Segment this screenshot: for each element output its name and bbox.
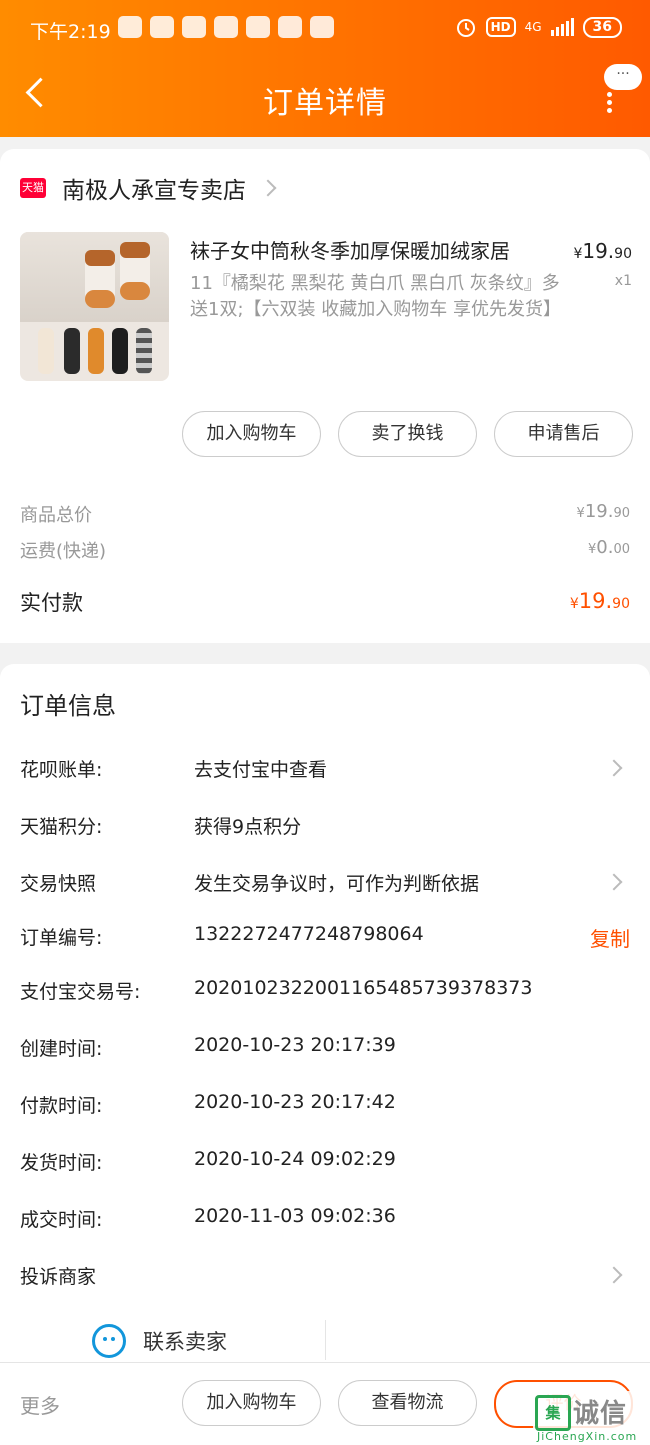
watermark: 集 诚信 JiChengXin.com [533, 1391, 650, 1445]
alipay-trade-label: 支付宝交易号: [20, 981, 141, 1003]
paid-time-value: 2020-10-23 20:17:42 [194, 1091, 396, 1113]
shipped-time-value: 2020-10-24 09:02:29 [194, 1148, 396, 1170]
chevron-right-icon[interactable] [605, 1266, 623, 1284]
created-time-label: 创建时间: [20, 1038, 103, 1060]
order-info-title: 订单信息 [20, 692, 116, 720]
alarm-icon [456, 19, 475, 37]
resell-button[interactable]: 卖了换钱 [338, 411, 477, 457]
product-sku: 11『橘梨花 黑梨花 黄白爪 黑白爪 灰条纹』多送1双;【六双装 收藏加入购物车… [190, 273, 561, 320]
watermark-logo: 集 [535, 1395, 571, 1431]
paid-value: ¥19.90 [569, 589, 630, 613]
more-menu-icon[interactable] [607, 92, 613, 116]
points-value: 获得9点积分 [194, 816, 302, 838]
goods-total-label: 商品总价 [20, 505, 92, 526]
paid-label: 实付款 [20, 591, 83, 615]
play-icon [246, 16, 270, 38]
product-title[interactable]: 袜子女中筒秋冬季加厚保暖加绒家居 [190, 235, 510, 264]
network-label: 4G [524, 20, 542, 34]
deal-time-value: 2020-11-03 09:02:36 [194, 1205, 396, 1227]
more-button[interactable]: 更多 [20, 1390, 60, 1419]
signal-icon [550, 18, 574, 36]
product-image[interactable] [20, 232, 169, 381]
page-title: 订单详情 [263, 86, 387, 121]
chevron-right-icon[interactable] [605, 759, 623, 777]
shipped-time-label: 发货时间: [20, 1152, 103, 1174]
paid-time-label: 付款时间: [20, 1095, 103, 1117]
more-bubble[interactable]: ··· [604, 64, 642, 90]
video-app-icon [310, 16, 334, 38]
status-time: 下午2:19 [30, 21, 111, 43]
huabei-label: 花呗账单: [20, 759, 103, 781]
wechat-icon [150, 16, 174, 38]
watermark-url: JiChengXin.com [537, 1430, 638, 1443]
app-icon [214, 16, 238, 38]
alipay-trade-value: 2020102322001165485739378373 [194, 977, 533, 999]
snapshot-label: 交易快照 [20, 873, 97, 895]
hd-badge: HD [485, 17, 516, 37]
order-number-label: 订单编号: [20, 927, 103, 949]
video-app-icon [182, 16, 206, 38]
copy-button[interactable]: 复制 [590, 923, 630, 952]
snapshot-value[interactable]: 发生交易争议时，可作为判断依据 [194, 869, 479, 896]
app-icon [278, 16, 302, 38]
chevron-right-icon[interactable] [605, 873, 623, 891]
order-number-value: 1322272477248798064 [194, 923, 424, 945]
shipping-label: 运费(快递) [20, 541, 107, 562]
bottom-add-to-cart-button[interactable]: 加入购物车 [182, 1380, 321, 1426]
header-bar: 下午2:19 HD 4G 36 订单详情 ··· [0, 0, 650, 137]
order-info-card: 订单信息 花呗账单: 去支付宝中查看 天猫积分: 获得9点积分 交易快照 发生交… [0, 664, 650, 1364]
status-bar: 下午2:19 HD 4G 36 [0, 0, 650, 56]
battery-icon: 36 [582, 16, 622, 38]
huabei-value[interactable]: 去支付宝中查看 [194, 755, 327, 782]
shipping-value: ¥0.00 [587, 537, 630, 558]
order-item-card: 天猫 南极人承宣专卖店 袜子女中筒秋冬季加厚保暖加绒家居 11『橘梨花 黑梨花 … [0, 149, 650, 643]
shop-header[interactable]: 天猫 南极人承宣专卖店 [20, 171, 277, 205]
created-time-value: 2020-10-23 20:17:39 [194, 1034, 396, 1056]
tmall-badge: 天猫 [20, 178, 46, 198]
deal-time-label: 成交时间: [20, 1209, 103, 1231]
status-right: HD 4G 36 [455, 16, 622, 38]
notification-icons [118, 16, 334, 38]
contact-seller-label: 联系卖家 [143, 1330, 227, 1354]
wechat-icon [118, 16, 142, 38]
bottom-action-bar: 更多 加入购物车 查看物流 评价 集 诚信 JiChengXin.com [0, 1362, 650, 1445]
goods-total-value: ¥19.90 [576, 501, 630, 522]
chevron-right-icon [259, 179, 277, 197]
divider [325, 1320, 326, 1360]
product-price: ¥19.90 [573, 239, 632, 263]
shop-name: 南极人承宣专卖店 [62, 178, 246, 204]
add-to-cart-button[interactable]: 加入购物车 [182, 411, 321, 457]
after-sale-button[interactable]: 申请售后 [494, 411, 633, 457]
watermark-text: 诚信 [573, 1399, 628, 1429]
product-quantity: x1 [614, 273, 632, 289]
view-logistics-button[interactable]: 查看物流 [338, 1380, 477, 1426]
chat-icon [92, 1324, 126, 1358]
complain-merchant-link[interactable]: 投诉商家 [20, 1262, 96, 1289]
points-label: 天猫积分: [20, 816, 103, 838]
contact-seller-button[interactable]: 联系卖家 [92, 1324, 227, 1358]
